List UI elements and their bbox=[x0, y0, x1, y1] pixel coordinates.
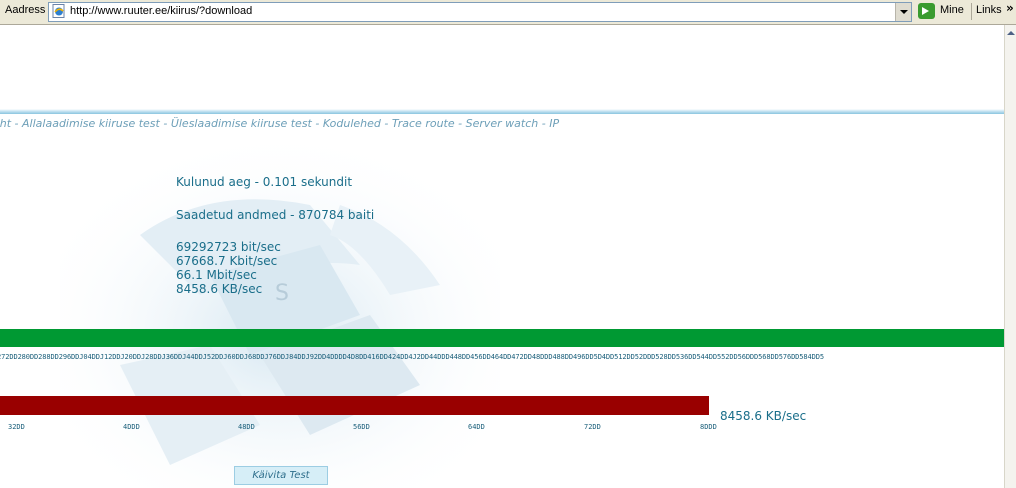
scale-tick: 56DD bbox=[353, 423, 370, 431]
scale-tick: 32DD bbox=[8, 423, 25, 431]
scale-tick: 64DD bbox=[468, 423, 485, 431]
go-button[interactable]: Mine bbox=[918, 2, 968, 20]
kbits-per-sec-text: 67668.7 Kbit/sec bbox=[176, 254, 278, 268]
nav-item-server-watch[interactable]: Server watch bbox=[466, 117, 539, 130]
go-arrow-icon bbox=[918, 3, 935, 19]
scale-tick: 72DD bbox=[584, 423, 601, 431]
address-dropdown-button[interactable] bbox=[895, 3, 911, 21]
speed-bar bbox=[0, 396, 709, 415]
scale-tick: 8DDD bbox=[700, 423, 717, 431]
reference-bar bbox=[0, 329, 1004, 347]
elapsed-time-text: Kulunud aeg - 0.101 sekundit bbox=[176, 175, 353, 189]
page-viewport: S eht - Allalaadimise kiiruse test - Üle… bbox=[0, 25, 1004, 488]
speed-bar-label: 8458.6 KB/sec bbox=[720, 409, 807, 423]
nav-item-homepages[interactable]: Kodulehed bbox=[323, 117, 381, 130]
address-bar: Aadress http://www.ruuter.ee/kiirus/?dow… bbox=[0, 0, 1016, 25]
kbytes-per-sec-text: 8458.6 KB/sec bbox=[176, 282, 263, 296]
nav-item-ip[interactable]: IP bbox=[549, 117, 559, 130]
scale-tick: 48DD bbox=[238, 423, 255, 431]
nav-item-home[interactable]: eht bbox=[0, 117, 11, 130]
reference-scale: 272DD280DD288DD296DDJ04DDJ12DDJ20DDJ28DD… bbox=[0, 353, 824, 361]
go-label: Mine bbox=[940, 4, 964, 16]
address-label: Aadress bbox=[5, 4, 46, 16]
address-input[interactable]: http://www.ruuter.ee/kiirus/?download bbox=[48, 2, 912, 22]
links-chevron-icon[interactable]: » bbox=[1006, 1, 1014, 15]
scroll-up-arrow-icon[interactable] bbox=[1006, 27, 1016, 39]
scale-tick: 4DDD bbox=[123, 423, 140, 431]
nav-item-upload-test[interactable]: Üleslaadimise kiiruse test bbox=[171, 117, 312, 130]
address-url: http://www.ruuter.ee/kiirus/?download bbox=[70, 5, 253, 17]
keyboard-background-image: S bbox=[60, 145, 500, 488]
nav-item-trace-route[interactable]: Trace route bbox=[392, 117, 455, 130]
toolbar-separator bbox=[971, 3, 972, 20]
svg-text:S: S bbox=[275, 281, 289, 306]
site-navigation: eht - Allalaadimise kiiruse test - Ülesl… bbox=[0, 117, 559, 130]
mbits-per-sec-text: 66.1 Mbit/sec bbox=[176, 268, 257, 282]
nav-item-download-test[interactable]: Allalaadimise kiiruse test bbox=[22, 117, 160, 130]
vertical-scrollbar[interactable] bbox=[1004, 25, 1016, 488]
links-button[interactable]: Links bbox=[976, 4, 1002, 16]
bits-per-sec-text: 69292723 bit/sec bbox=[176, 240, 281, 254]
sent-data-text: Saadetud andmed - 870784 baiti bbox=[176, 208, 375, 222]
header-divider bbox=[0, 109, 1004, 114]
ie-page-icon bbox=[52, 4, 65, 18]
start-test-button[interactable]: Käivita Test bbox=[234, 466, 328, 485]
